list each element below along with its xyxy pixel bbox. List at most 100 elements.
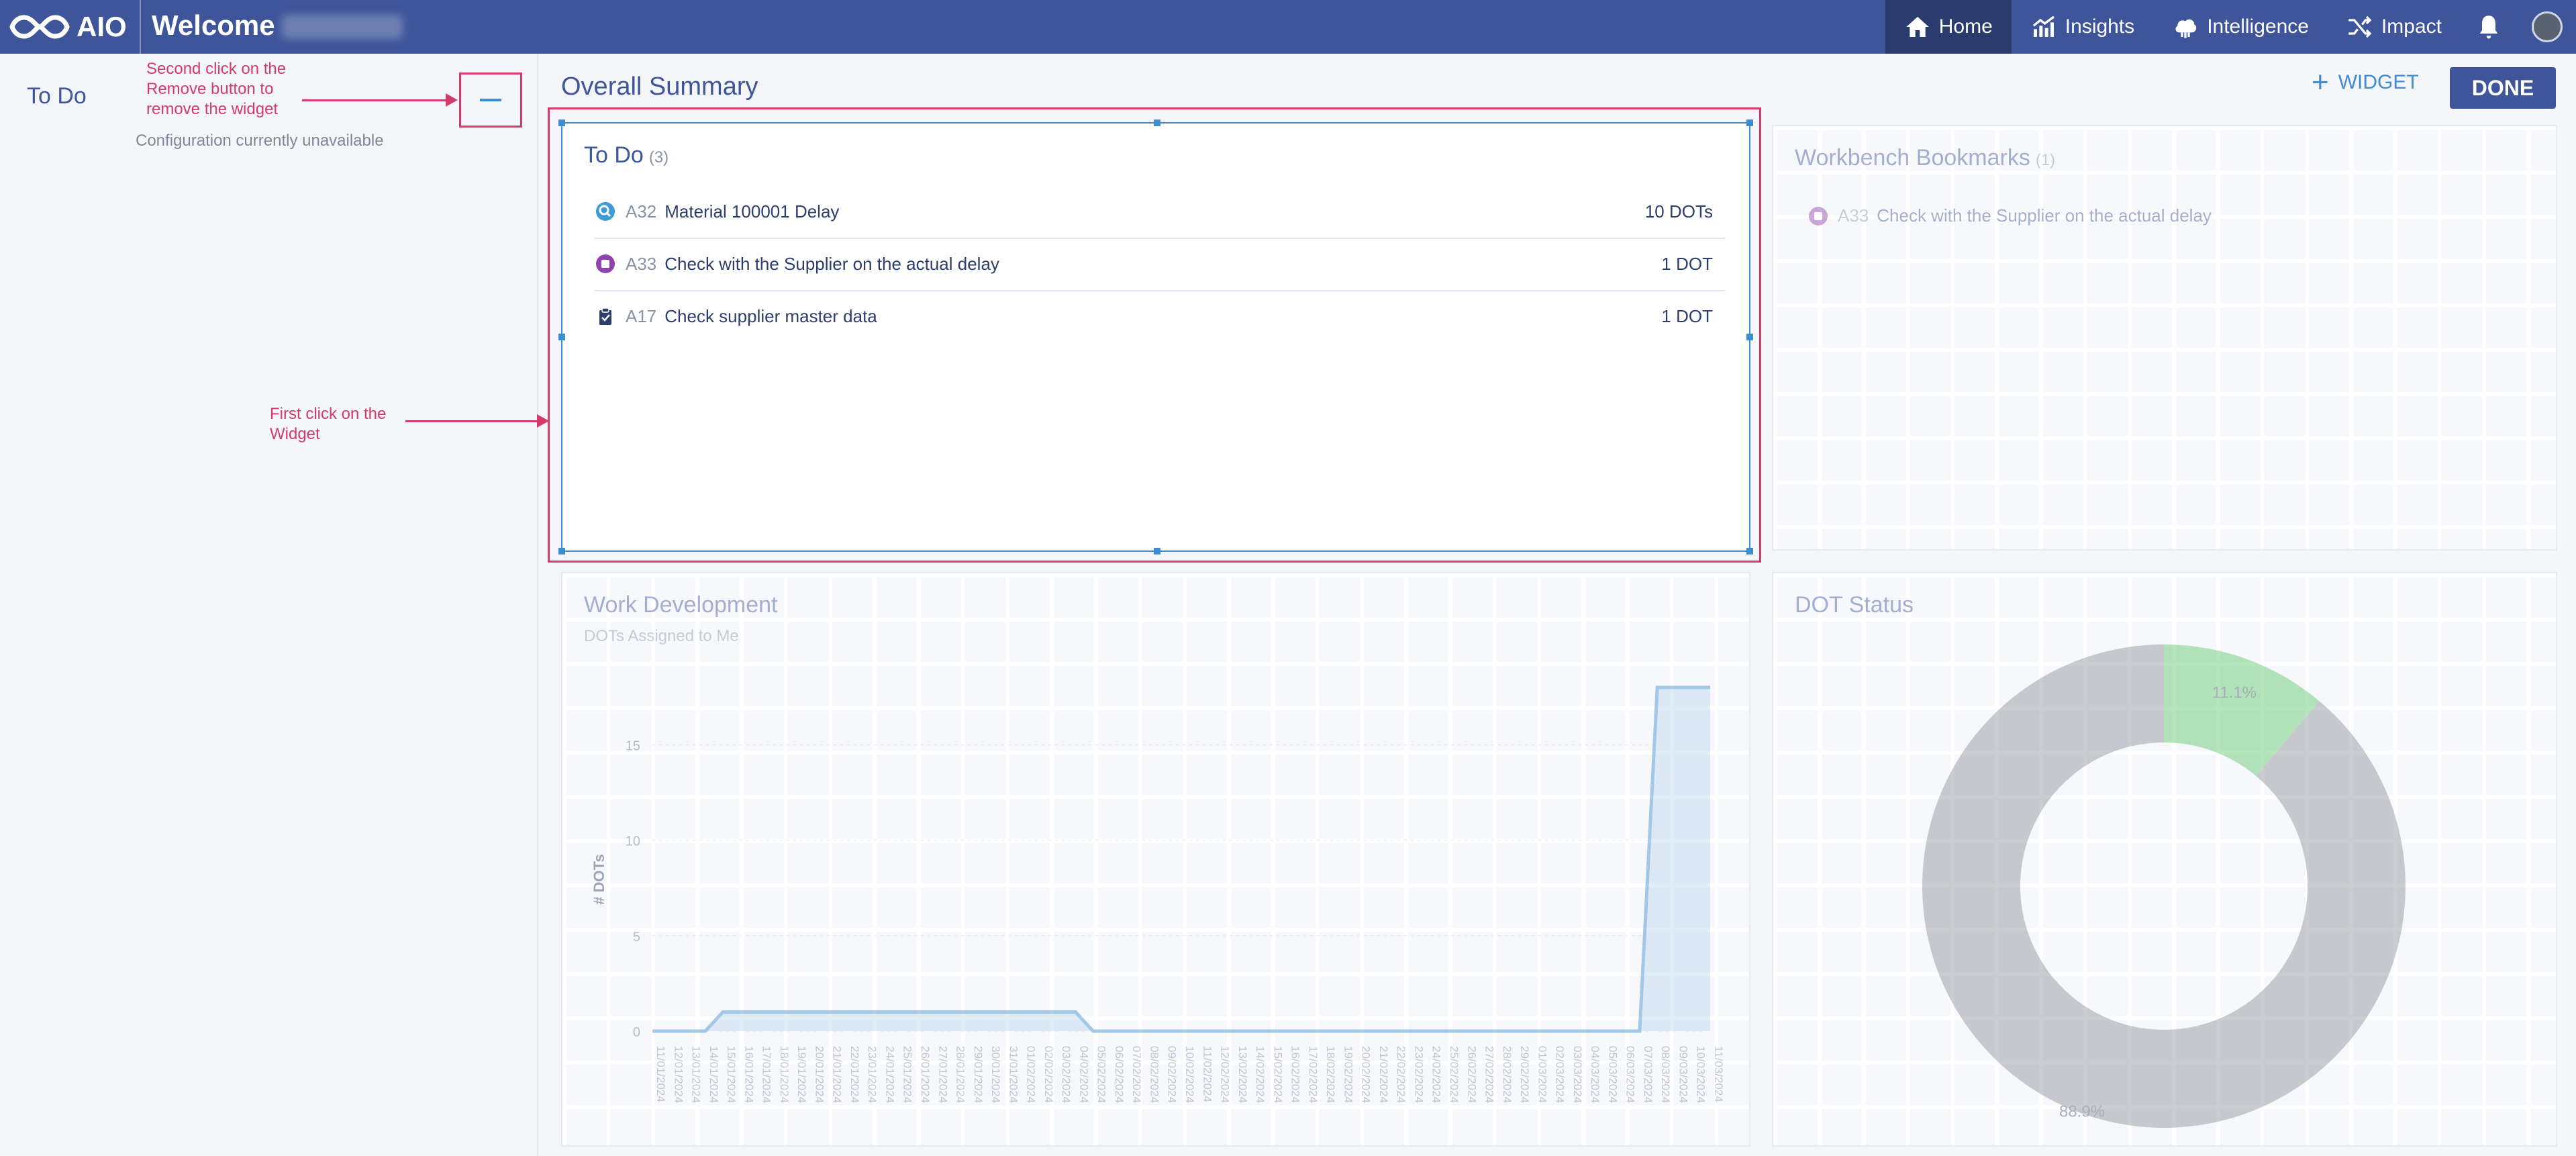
remove-widget-button[interactable] — [459, 73, 522, 128]
x-tick-label: 13/01/2024 — [690, 1046, 703, 1103]
resize-handle-bl[interactable] — [558, 548, 565, 555]
x-tick-label: 04/03/2024 — [1589, 1046, 1601, 1103]
x-tick-label: 17/01/2024 — [760, 1046, 773, 1103]
config-unavailable-note: Configuration currently unavailable — [136, 132, 384, 150]
resize-handle-br[interactable] — [1746, 548, 1753, 555]
bookmarks-content: Workbench Bookmarks (1) A33 Check with th… — [1773, 126, 2556, 549]
resize-handle-r[interactable] — [1746, 334, 1753, 340]
magnifier-badge-icon — [595, 201, 616, 222]
nav-insights[interactable]: Insights — [2012, 0, 2153, 54]
x-tick-label: 20/01/2024 — [813, 1046, 826, 1103]
app-logo[interactable]: AIO — [9, 8, 127, 46]
todo-item-id: A17 — [626, 305, 657, 326]
nav-impact-label: Impact — [2381, 15, 2442, 38]
resize-handle-l[interactable] — [558, 334, 565, 340]
work-development-chart: # DOTs 0 5 10 15 11/01/2024 12/01/2024 13/01/20… — [591, 685, 1725, 1103]
x-tick-label: 03/03/2024 — [1571, 1046, 1584, 1103]
bookmarks-title-text: Workbench Bookmarks — [1795, 145, 2030, 171]
dot-status-widget[interactable]: DOT Status 11.1% 88.9% — [1772, 572, 2557, 1147]
x-tick-label: 14/01/2024 — [707, 1046, 720, 1103]
bookmark-badge-icon — [595, 253, 616, 275]
donut-slice — [1922, 644, 2406, 1128]
bell-icon — [2479, 15, 2498, 39]
y-axis-label: # DOTs — [591, 854, 607, 904]
todo-item-id: A33 — [626, 253, 657, 274]
todo-item-id: A32 — [626, 201, 657, 222]
x-tick-label: 02/03/2024 — [1554, 1046, 1567, 1103]
x-tick-label: 27/01/2024 — [936, 1046, 949, 1103]
x-tick-label: 04/02/2024 — [1077, 1046, 1090, 1103]
x-tick-label: 09/02/2024 — [1166, 1046, 1179, 1103]
add-widget-button[interactable]: + WIDGET — [2312, 66, 2419, 99]
x-tick-label: 01/03/2024 — [1536, 1046, 1548, 1103]
plus-icon: + — [2312, 66, 2329, 99]
x-tick-label: 09/03/2024 — [1677, 1046, 1689, 1103]
todo-title-text: To Do — [584, 142, 644, 168]
y-tick-label: 0 — [633, 1025, 640, 1040]
annotation-widget-arrow — [405, 414, 549, 428]
slice-label: 88.9% — [2059, 1103, 2105, 1121]
todo-widget[interactable]: To Do (3) A32 Material 100001 Delay 10 DO… — [558, 119, 1753, 555]
nav-impact[interactable]: Impact — [2328, 0, 2461, 54]
notifications-button[interactable] — [2461, 0, 2517, 54]
x-tick-label: 29/02/2024 — [1518, 1046, 1531, 1103]
nav-intelligence[interactable]: Intelligence — [2153, 0, 2328, 54]
nav-insights-label: Insights — [2065, 15, 2135, 38]
minus-icon — [480, 99, 501, 101]
resize-handle-b[interactable] — [1154, 548, 1160, 555]
series-area — [652, 687, 1710, 1031]
y-tick-label: 10 — [626, 834, 640, 849]
done-button[interactable]: DONE — [2450, 67, 2556, 109]
nav-intelligence-label: Intelligence — [2207, 15, 2309, 38]
todo-item[interactable]: A17 Check supplier master data 1 DOT — [595, 290, 1725, 342]
resize-handle-tr[interactable] — [1746, 119, 1753, 126]
dot-status-content: DOT Status 11.1% 88.9% — [1773, 573, 2556, 1145]
todo-title: To Do (3) — [584, 142, 668, 168]
x-tick-label: 11/03/2024 — [1712, 1046, 1725, 1102]
bookmark-item[interactable]: A33 Check with the Supplier on the actua… — [1808, 205, 2212, 226]
x-tick-label: 02/02/2024 — [1042, 1046, 1055, 1103]
x-tick-label: 16/01/2024 — [742, 1046, 755, 1103]
resize-handle-t[interactable] — [1154, 119, 1160, 126]
x-tick-label: 28/02/2024 — [1501, 1046, 1514, 1103]
x-tick-label: 23/02/2024 — [1412, 1046, 1425, 1103]
x-tick-label: 15/02/2024 — [1271, 1046, 1284, 1103]
todo-item-name: Check supplier master data — [664, 305, 877, 326]
x-tick-label: 06/03/2024 — [1624, 1046, 1637, 1103]
annotation-remove: Second click on the Remove button to rem… — [146, 60, 287, 118]
brain-cloud-icon — [2175, 19, 2197, 38]
x-tick-label: 26/02/2024 — [1465, 1046, 1478, 1103]
todo-count: (3) — [648, 148, 669, 166]
x-tick-label: 05/02/2024 — [1095, 1046, 1108, 1103]
x-tick-label: 16/02/2024 — [1289, 1046, 1302, 1103]
x-tick-label: 25/01/2024 — [901, 1046, 914, 1103]
top-bar: AIO Welcome Home Insights Intelligence I… — [0, 0, 2576, 54]
shuffle-icon — [2348, 15, 2372, 38]
dot-status-chart: 11.1% 88.9% — [1922, 644, 2406, 1128]
resize-handle-tl[interactable] — [558, 119, 565, 126]
x-tick-label: 22/01/2024 — [848, 1046, 861, 1103]
user-menu[interactable] — [2517, 0, 2576, 54]
x-tick-label: 19/02/2024 — [1342, 1046, 1354, 1103]
x-tick-label: 15/01/2024 — [725, 1046, 738, 1103]
work-development-widget[interactable]: Work Development DOTs Assigned to Me # D… — [561, 572, 1750, 1147]
widget-config-sidebar: To Do Configuration currently unavailabl… — [0, 54, 538, 1156]
todo-item[interactable]: A32 Material 100001 Delay 10 DOTs — [595, 185, 1725, 239]
y-tick-label: 15 — [626, 738, 640, 753]
x-tick-label: 25/02/2024 — [1448, 1046, 1460, 1103]
x-tick-label: 11/01/2024 — [654, 1046, 667, 1102]
workbench-bookmarks-widget[interactable]: Workbench Bookmarks (1) A33 Check with th… — [1772, 125, 2557, 550]
slice-label: 11.1% — [2212, 683, 2257, 702]
x-tick-label: 21/01/2024 — [831, 1046, 844, 1103]
todo-item[interactable]: A33 Check with the Supplier on the actua… — [595, 238, 1725, 291]
nav-home[interactable]: Home — [1885, 0, 2012, 54]
x-tick-label: 24/01/2024 — [883, 1046, 896, 1103]
todo-item-count: 1 DOT — [1661, 305, 1713, 326]
x-tick-label: 07/02/2024 — [1130, 1046, 1143, 1103]
x-tick-label: 19/01/2024 — [795, 1046, 808, 1103]
header-divider — [140, 0, 141, 54]
chart-icon — [2032, 15, 2054, 37]
x-tick-label: 08/03/2024 — [1659, 1046, 1672, 1103]
x-tick-label: 14/02/2024 — [1254, 1046, 1267, 1103]
welcome-text: Welcome — [152, 9, 275, 41]
